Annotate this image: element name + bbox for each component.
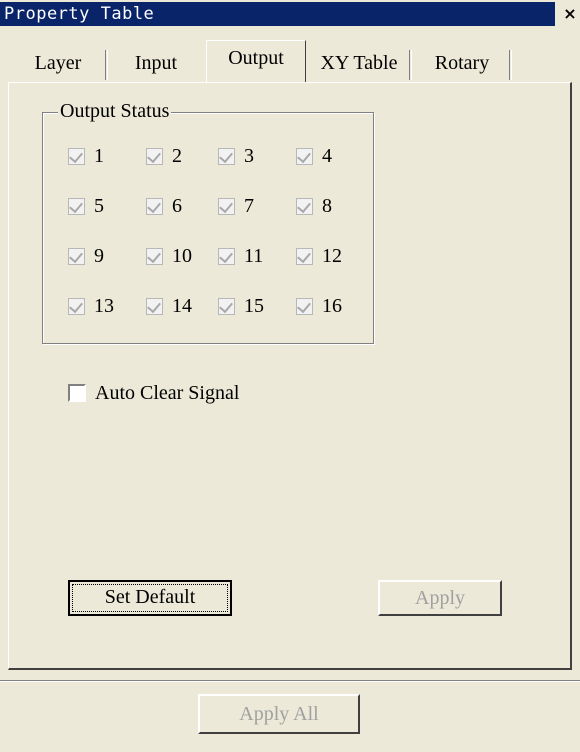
- checkbox-box[interactable]: [68, 297, 85, 315]
- checkbox-box[interactable]: [218, 147, 235, 165]
- checkbox-label: 7: [244, 195, 254, 217]
- checkbox-label: 11: [244, 245, 264, 267]
- output-checkbox-1[interactable]: 1: [68, 143, 104, 169]
- checkbox-label: 14: [172, 295, 192, 317]
- tab-output[interactable]: Output: [206, 40, 306, 82]
- checkbox-label: 6: [172, 195, 182, 217]
- output-checkbox-4[interactable]: 4: [296, 143, 332, 169]
- checkbox-label: 9: [94, 245, 104, 267]
- output-checkbox-6[interactable]: 6: [146, 193, 182, 219]
- tab-xy-table[interactable]: XY Table: [306, 46, 412, 80]
- checkmark-icon: [69, 298, 83, 313]
- checkbox-box[interactable]: [218, 247, 235, 265]
- set-default-button[interactable]: Set Default: [68, 580, 232, 616]
- checkbox-box[interactable]: [218, 297, 235, 315]
- checkmark-icon: [297, 198, 311, 213]
- checkbox-label: 12: [322, 245, 342, 267]
- checkbox-box[interactable]: [146, 297, 163, 315]
- checkbox-label: 5: [94, 195, 104, 217]
- output-checkbox-5[interactable]: 5: [68, 193, 104, 219]
- checkbox-box[interactable]: [296, 247, 313, 265]
- checkmark-icon: [147, 248, 161, 263]
- output-checkbox-7[interactable]: 7: [218, 193, 254, 219]
- checkbox-box[interactable]: [296, 297, 313, 315]
- checkbox-box[interactable]: [68, 147, 85, 165]
- tab-label: Input: [134, 52, 178, 74]
- tab-label: Layer: [34, 52, 82, 74]
- checkbox-box[interactable]: [296, 147, 313, 165]
- checkbox-label: 10: [172, 245, 192, 267]
- checkbox-label: Auto Clear Signal: [95, 382, 240, 404]
- checkbox-box[interactable]: [146, 147, 163, 165]
- checkbox-label: 1: [94, 145, 104, 167]
- checkmark-icon: [297, 248, 311, 263]
- tab-label: XY Table: [320, 52, 398, 74]
- tab-label: Output: [228, 47, 284, 69]
- checkbox-box[interactable]: [146, 197, 163, 215]
- checkbox-label: 13: [94, 295, 114, 317]
- checkmark-icon: [219, 198, 233, 213]
- checkbox-box[interactable]: [218, 197, 235, 215]
- checkbox-box[interactable]: [296, 197, 313, 215]
- tab-strip: Layer Input Output XY Table Rotary: [0, 40, 580, 82]
- checkbox-label: 16: [322, 295, 342, 317]
- output-checkbox-14[interactable]: 14: [146, 293, 192, 319]
- apply-all-button[interactable]: Apply All: [198, 694, 360, 734]
- checkmark-icon: [147, 198, 161, 213]
- checkbox-label: 2: [172, 145, 182, 167]
- apply-button[interactable]: Apply: [378, 580, 502, 616]
- close-icon[interactable]: ×: [562, 4, 578, 24]
- set-default-label: Set Default: [72, 584, 228, 612]
- checkmark-icon: [147, 148, 161, 163]
- output-checkbox-2[interactable]: 2: [146, 143, 182, 169]
- checkmark-icon: [147, 298, 161, 313]
- output-checkbox-10[interactable]: 10: [146, 243, 192, 269]
- output-checkbox-13[interactable]: 13: [68, 293, 114, 319]
- tab-separator: [509, 50, 512, 80]
- checkbox-box[interactable]: [146, 247, 163, 265]
- checkmark-icon: [297, 148, 311, 163]
- output-checkbox-9[interactable]: 9: [68, 243, 104, 269]
- checkmark-icon: [69, 148, 83, 163]
- output-checkbox-12[interactable]: 12: [296, 243, 342, 269]
- checkmark-icon: [219, 248, 233, 263]
- checkmark-icon: [219, 298, 233, 313]
- checkbox-label: 8: [322, 195, 332, 217]
- output-status-label: Output Status: [58, 98, 172, 124]
- checkmark-icon: [297, 298, 311, 313]
- tab-layer[interactable]: Layer: [8, 46, 108, 80]
- checkbox-box[interactable]: [68, 247, 85, 265]
- checkbox-label: 4: [322, 145, 332, 167]
- output-checkbox-11[interactable]: 11: [218, 243, 263, 269]
- output-checkbox-8[interactable]: 8: [296, 193, 332, 219]
- title-bar: Property Table ×: [0, 0, 580, 30]
- checkbox-label: 15: [244, 295, 264, 317]
- checkbox-box[interactable]: [68, 384, 86, 402]
- auto-clear-signal-checkbox[interactable]: Auto Clear Signal: [68, 380, 239, 406]
- checkmark-icon: [219, 148, 233, 163]
- checkbox-label: 3: [244, 145, 254, 167]
- window-title: Property Table: [0, 2, 555, 26]
- tab-rotary[interactable]: Rotary: [412, 46, 512, 80]
- output-checkbox-3[interactable]: 3: [218, 143, 254, 169]
- checkbox-box[interactable]: [68, 197, 85, 215]
- output-checkbox-16[interactable]: 16: [296, 293, 342, 319]
- tab-label: Rotary: [434, 52, 490, 74]
- divider: [0, 680, 580, 682]
- tab-input[interactable]: Input: [108, 46, 204, 80]
- checkmark-icon: [69, 248, 83, 263]
- output-checkbox-15[interactable]: 15: [218, 293, 264, 319]
- checkmark-icon: [69, 198, 83, 213]
